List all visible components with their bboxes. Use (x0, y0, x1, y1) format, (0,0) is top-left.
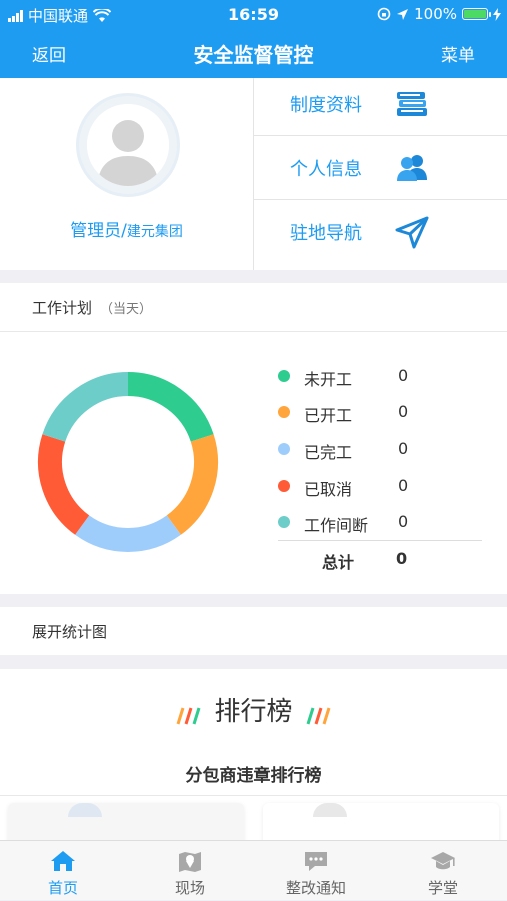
legend-item-completed: 已完工 0 (278, 437, 478, 462)
books-icon (397, 91, 427, 116)
nav-bar: 返回 安全监督管控 菜单 (0, 28, 507, 78)
legend-value: 0 (398, 366, 409, 385)
expand-chart-row[interactable]: 展开统计图 (0, 607, 507, 655)
ranking-title: 排行榜 (214, 697, 293, 727)
legend-item-not-started: 未开工 0 (278, 364, 478, 389)
donut-segment (75, 515, 181, 552)
tab-school[interactable]: 学堂 (380, 841, 506, 901)
ranking-card-icon (68, 803, 102, 817)
tab-bar: 首页 现场 整改通知 学堂 (0, 840, 507, 900)
tab-label: 整改通知 (285, 879, 346, 897)
expand-chart-label: 展开统计图 (32, 623, 108, 641)
menu-item-label: 制度资料 (290, 94, 362, 116)
battery-icon (462, 8, 491, 20)
legend-label: 已开工 (304, 406, 353, 425)
avatar[interactable] (76, 93, 180, 197)
ranking-subtitle: 分包商违章排行榜 (185, 766, 322, 786)
work-plan-header: 工作计划 （当天） (0, 283, 507, 332)
back-button[interactable]: 返回 (32, 41, 66, 66)
message-icon (305, 852, 327, 871)
rotation-lock-icon (377, 7, 391, 21)
slash-decoration-right-icon (306, 707, 330, 724)
slash-decoration-left-icon (177, 707, 201, 724)
page-title: 安全监督管控 (193, 43, 314, 67)
donut-segment (38, 434, 90, 535)
tab-label: 现场 (174, 879, 205, 897)
status-bar: 中国联通 16:59 100% (0, 0, 507, 28)
status-donut-chart (38, 372, 218, 552)
legend-dot (278, 370, 290, 382)
user-company: 建元集团 (126, 224, 183, 240)
legend-dot (278, 443, 290, 455)
ranking-divider (0, 795, 507, 796)
status-right: 100% (377, 5, 501, 23)
avatar-placeholder-icon (87, 104, 169, 186)
legend-dot (278, 406, 290, 418)
legend-label: 已取消 (304, 480, 353, 499)
legend-label: 已完工 (304, 443, 353, 462)
total-label: 总计 (322, 553, 355, 572)
battery-percent: 100% (414, 5, 457, 23)
menu-item-documents[interactable]: 制度资料 (254, 72, 507, 136)
legend-value: 0 (398, 512, 409, 531)
work-plan-title: 工作计划 (32, 299, 93, 317)
users-icon (397, 154, 427, 181)
tab-label: 首页 (47, 879, 78, 897)
ranking-card-icon (313, 803, 347, 817)
work-plan-subtitle: （当天） (100, 302, 153, 317)
legend-item-interrupted: 工作间断 0 (278, 510, 478, 535)
legend-label: 工作间断 (304, 516, 369, 535)
quick-menu: 制度资料 个人信息 驻地导航 (254, 78, 507, 270)
tab-home[interactable]: 首页 (0, 841, 126, 901)
map-pin-icon (179, 852, 201, 872)
navigation-arrow-icon (395, 216, 429, 249)
donut-segment (42, 372, 129, 443)
donut-segment (166, 434, 218, 535)
menu-item-personal-info[interactable]: 个人信息 (254, 136, 507, 200)
tab-rectification[interactable]: 整改通知 (253, 841, 379, 901)
tab-label: 学堂 (427, 879, 458, 897)
menu-item-label: 个人信息 (290, 158, 362, 180)
home-icon (51, 851, 75, 871)
total-divider (278, 540, 482, 541)
user-name: 管理员/建元集团 (70, 221, 183, 241)
tab-site[interactable]: 现场 (127, 841, 253, 901)
user-card[interactable]: 管理员/建元集团 (0, 78, 254, 270)
menu-item-navigation[interactable]: 驻地导航 (254, 200, 507, 264)
legend-label: 未开工 (304, 370, 353, 389)
location-icon (397, 8, 409, 20)
ranking-section: 排行榜 分包商违章排行榜 (0, 669, 507, 863)
donut-segment (127, 372, 214, 443)
total-value: 0 (396, 549, 408, 568)
legend-item-started: 已开工 0 (278, 400, 478, 425)
work-plan-body: 未开工 0 已开工 0 已完工 0 已取消 0 工作间断 0 总计 0 (0, 332, 507, 594)
legend-dot (278, 516, 290, 528)
user-role: 管理员 (70, 221, 122, 241)
menu-item-label: 驻地导航 (290, 223, 362, 244)
legend-value: 0 (398, 402, 409, 421)
profile-panel: 管理员/建元集团 制度资料 个人信息 驻地导航 (0, 78, 507, 270)
legend-item-cancelled: 已取消 0 (278, 474, 478, 499)
charging-icon (493, 7, 501, 21)
legend-value: 0 (398, 439, 409, 458)
legend-value: 0 (398, 476, 409, 495)
menu-button[interactable]: 菜单 (441, 41, 475, 66)
graduation-cap-icon (431, 852, 455, 870)
legend-dot (278, 480, 290, 492)
